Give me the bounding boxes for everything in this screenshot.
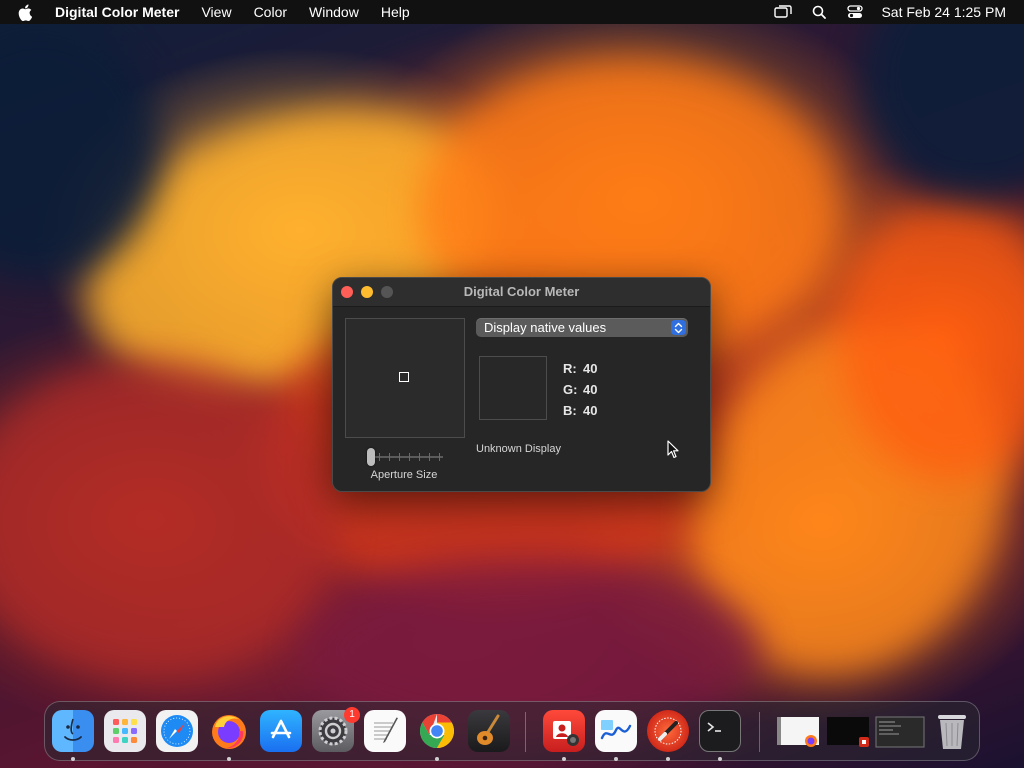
screen-mirroring-icon[interactable] [774,4,793,20]
slider-tick [379,453,380,461]
aperture-size-slider[interactable] [367,448,443,466]
running-indicator [666,757,670,761]
apple-menu-icon[interactable] [18,3,34,21]
firefox-icon[interactable] [208,710,250,752]
minimized-window-thumbnail[interactable] [825,710,871,752]
value-format-popup[interactable]: Display native values [476,318,688,337]
slider-tick [429,453,430,461]
slider-tick [389,453,390,461]
system-settings-icon[interactable]: 1 [312,707,360,752]
slider-tick [419,453,420,461]
digital-color-meter-icon[interactable] [647,710,689,752]
slider-tick [399,453,400,461]
terminal-icon[interactable] [699,710,741,752]
trash-icon[interactable] [931,710,973,752]
launchpad-icon[interactable] [104,710,146,752]
dock: 1 [44,701,980,761]
dock-separator [525,712,526,752]
menu-help[interactable]: Help [370,0,421,24]
menu-bar: Digital Color Meter View Color Window He… [0,0,1024,24]
popup-arrows-icon [671,320,686,335]
menu-view[interactable]: View [190,0,242,24]
freeform-icon[interactable] [595,710,637,752]
running-indicator [227,757,231,761]
aperture-indicator [399,372,409,382]
blue-value: 40 [583,403,598,418]
finder-icon[interactable] [52,710,94,752]
garageband-icon[interactable] [468,710,510,752]
safari-icon[interactable] [156,710,198,752]
running-indicator [614,757,618,761]
blue-label: B: [563,403,577,418]
app-store-icon[interactable] [260,710,302,752]
mouse-pointer-icon [667,440,679,459]
digital-color-meter-window: Digital Color Meter Aperture Size Displa… [332,277,711,492]
rgb-values: R: 40 G: 40 B: 40 [563,358,597,421]
color-swatch [479,356,547,420]
red-value: 40 [583,361,598,376]
minimized-window-thumbnail[interactable] [875,710,925,752]
red-label: R: [563,361,577,376]
running-indicator [71,757,75,761]
minimized-window-thumbnail[interactable] [775,710,821,752]
aperture-size-label: Aperture Size [370,469,438,481]
slider-thumb[interactable] [367,448,375,466]
textedit-icon[interactable] [364,710,406,752]
display-name-label: Unknown Display [476,443,561,455]
control-center-icon[interactable] [846,4,864,20]
running-indicator [562,757,566,761]
menu-clock[interactable]: Sat Feb 24 1:25 PM [881,4,1006,20]
popup-selected-value: Display native values [484,320,607,335]
running-indicator [435,757,439,761]
green-label: G: [563,382,578,397]
window-titlebar[interactable]: Digital Color Meter [333,278,710,307]
spotlight-search-icon[interactable] [810,4,828,20]
magnifier-view [345,318,465,438]
slider-tick [409,453,410,461]
menu-app-name[interactable]: Digital Color Meter [44,0,190,24]
slider-tick [439,453,440,461]
chrome-icon[interactable] [416,710,458,752]
notification-badge: 1 [344,707,360,723]
menu-color[interactable]: Color [243,0,298,24]
window-title: Digital Color Meter [463,284,580,299]
running-indicator [718,757,722,761]
menu-window[interactable]: Window [298,0,370,24]
dock-separator [759,712,760,752]
photo-booth-icon[interactable] [543,710,585,752]
green-value: 40 [583,382,598,397]
